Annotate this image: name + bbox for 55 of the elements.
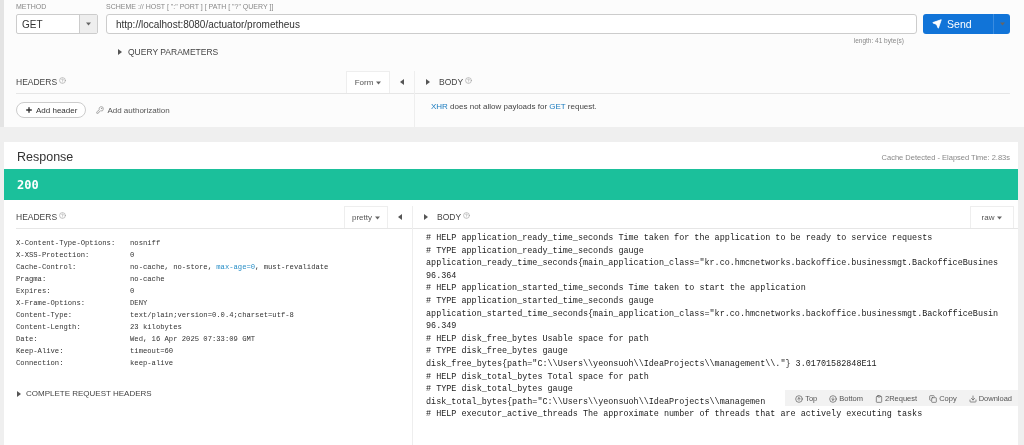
body-line: # HELP application_started_time_seconds Time taken to start the application: [426, 282, 806, 295]
body-line: application_started_time_seconds{main_application_class="kr.co.hmcnetworks.backoffice.businessmgt.BackofficeBusin: [426, 307, 999, 321]
send-icon: [932, 19, 943, 29]
arrow-down-icon: [829, 394, 838, 403]
format-dropdown[interactable]: raw: [970, 206, 1014, 228]
caret-icon: [999, 21, 1005, 27]
form-dropdown[interactable]: Form: [346, 71, 390, 93]
body-line: application_ready_time_seconds{main_application_class="kr.co.hmcnetworks.backoffice.businessmgt.BackofficeBusines: [426, 257, 999, 270]
body-line: # HELP disk_total_bytes Total space for path: [426, 370, 649, 384]
body-line: # TYPE disk_total_bytes gauge: [426, 383, 573, 396]
body-line: disk_free_bytes{path="C:\\Users\\yeonsuoh\\IdeaProjects\\management\\."} 3.01701582848E11: [426, 357, 877, 371]
send-button[interactable]: Send: [923, 14, 1010, 34]
body-message: XHR does not allow payloads for GET request.: [431, 102, 598, 111]
clipboard-icon: [875, 394, 883, 403]
key-icon: [96, 106, 105, 114]
body-line: 96.349: [426, 320, 457, 333]
body-line: # TYPE disk_free_bytes gauge: [426, 345, 568, 358]
body-line: # HELP executor_active_threads The approximate number of threads that are actively executing tasks: [426, 408, 923, 421]
url-field[interactable]: http://localhost:8080/actuator/prometheus: [105, 14, 918, 34]
body-line: # TYPE application_ready_time_seconds gauge: [426, 244, 644, 258]
body-line: disk_total_bytes{path="C:\\Users\\yeonsuoh\\IdeaProjects\\managemen: [426, 395, 766, 409]
plus-icon: [25, 106, 33, 114]
caret-icon: [375, 214, 380, 221]
collapse-left-icon: [399, 79, 405, 85]
method-select[interactable]: GET: [16, 14, 98, 34]
help-icon: [463, 212, 471, 219]
help-icon: [59, 212, 67, 219]
caret-icon: [376, 79, 382, 86]
help-icon: [59, 77, 67, 84]
body-line: # HELP disk_free_bytes Usable space for path: [426, 332, 649, 346]
query-parameters-toggle[interactable]: QUERY PARAMETERS: [128, 47, 219, 57]
status-code: 200: [17, 177, 39, 192]
expand-icon: [16, 390, 21, 397]
response-title: Response: [17, 150, 74, 164]
body-line: # TYPE application_started_time_seconds gauge: [426, 294, 654, 308]
arrow-up-icon: [795, 394, 804, 403]
headers-title: HEADERS: [16, 212, 58, 222]
collapse-right-icon: [424, 79, 430, 85]
body-line: 96.364: [426, 269, 457, 283]
collapse-right-icon: [422, 214, 428, 220]
format-dropdown[interactable]: pretty: [344, 206, 388, 228]
caret-icon: [85, 21, 91, 27]
caret-icon: [997, 214, 1003, 221]
headers-title: HEADERS: [16, 77, 58, 87]
help-icon: [465, 77, 473, 84]
add-header-button[interactable]: Add header: [16, 102, 87, 118]
complete-request-headers-toggle[interactable]: COMPLETE REQUEST HEADERS: [26, 389, 152, 398]
expand-icon: [117, 49, 122, 55]
collapse-left-icon: [397, 214, 403, 220]
copy-icon: [929, 394, 938, 403]
add-authorization-link[interactable]: Add authorization: [96, 105, 170, 115]
body-line: # HELP application_ready_time_seconds Time taken for the application to be ready to service requests: [426, 232, 933, 245]
body-title: BODY: [439, 77, 464, 87]
download-icon: [968, 394, 977, 403]
body-title: BODY: [437, 212, 462, 222]
